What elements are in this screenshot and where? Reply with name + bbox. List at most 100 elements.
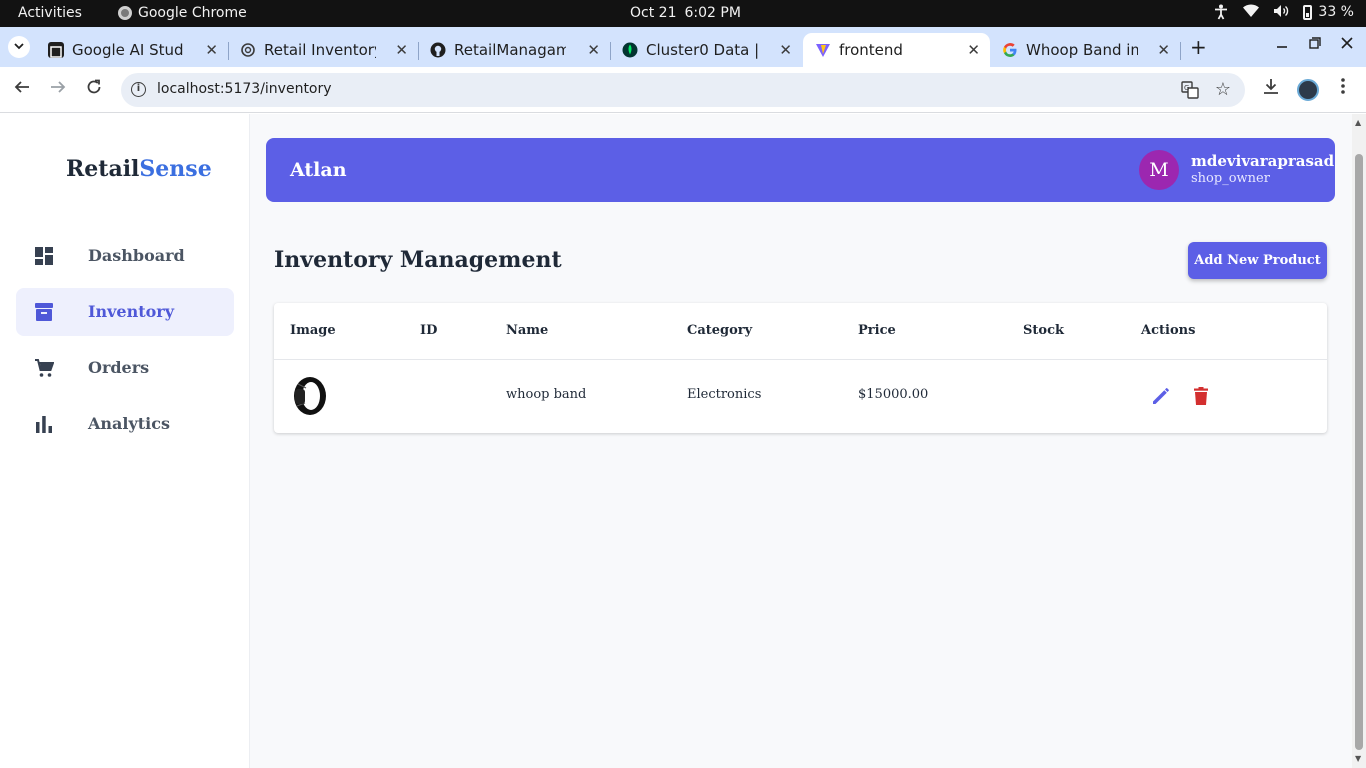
delete-button[interactable]	[1189, 385, 1213, 409]
tab-retail-inventory[interactable]: Retail Inventory M ✕	[228, 33, 419, 67]
close-icon[interactable]: ✕	[395, 41, 408, 59]
store-name: Atlan	[290, 159, 347, 181]
close-window-button[interactable]	[1341, 35, 1353, 53]
tab-strip: Google AI Studio ✕ Retail Inventory M ✕ …	[0, 27, 1366, 67]
minimize-button[interactable]	[1276, 35, 1288, 53]
brand-main: Retail	[66, 156, 140, 182]
sidebar-item-label: Dashboard	[88, 246, 185, 265]
tab-title: Google AI Studio	[72, 41, 184, 59]
tab-whoop-band-images[interactable]: Whoop Band ima ✕	[990, 33, 1181, 67]
inventory-icon	[35, 303, 53, 321]
cell-price: $15000.00	[858, 387, 929, 402]
system-tray[interactable]: 33 %	[1213, 4, 1354, 20]
sidebar-item-label: Inventory	[88, 302, 175, 321]
column-header-actions: Actions	[1141, 323, 1196, 338]
column-header-category: Category	[687, 323, 753, 338]
tab-retail-managamen[interactable]: RetailManagamen ✕	[418, 33, 611, 67]
back-button[interactable]	[14, 79, 30, 100]
restore-icon	[1309, 37, 1321, 49]
close-icon[interactable]: ✕	[779, 41, 792, 59]
github-icon	[430, 42, 446, 58]
tab-google-ai-studio[interactable]: Google AI Studio ✕	[36, 33, 229, 67]
tab-search-button[interactable]	[8, 36, 30, 58]
sidebar-item-dashboard[interactable]: Dashboard	[16, 232, 234, 280]
battery-icon	[1303, 4, 1313, 20]
maximize-button[interactable]	[1309, 35, 1321, 53]
close-icon	[1341, 37, 1353, 49]
downloads-button[interactable]	[1262, 77, 1280, 100]
page-title: Inventory Management	[274, 247, 562, 273]
app-name: Google Chrome	[138, 5, 247, 21]
close-icon[interactable]: ✕	[1157, 41, 1170, 59]
tab-title: RetailManagamen	[454, 41, 566, 59]
profile-avatar[interactable]	[1297, 79, 1319, 101]
add-product-button[interactable]: Add New Product	[1188, 242, 1327, 279]
url-text[interactable]: localhost:5173/inventory	[157, 81, 332, 97]
ai-studio-icon	[48, 42, 64, 58]
tab-separator	[1180, 42, 1181, 60]
browser-toolbar: i localhost:5173/inventory G ☆	[0, 67, 1366, 113]
page-scrollbar[interactable]: ▲ ▼	[1352, 114, 1366, 768]
accessibility-icon	[1213, 4, 1229, 20]
app-menu[interactable]: Google Chrome	[118, 5, 247, 21]
sidebar-item-inventory[interactable]: Inventory	[16, 288, 234, 336]
brand-accent: Sense	[139, 156, 212, 182]
clock-time: 6:02 PM	[684, 5, 741, 21]
tab-title: Cluster0 Data | Cl	[646, 41, 758, 59]
page-content: RetailSense Dashboard Inventory Orders A…	[0, 114, 1352, 768]
site-info-icon[interactable]: i	[131, 82, 146, 97]
cell-category: Electronics	[687, 387, 762, 402]
bar-chart-icon	[36, 416, 52, 433]
sidebar-item-orders[interactable]: Orders	[16, 344, 234, 392]
chrome-menu-button[interactable]	[1340, 77, 1346, 100]
tab-title: Retail Inventory M	[264, 41, 376, 59]
minimize-icon	[1277, 46, 1287, 48]
close-icon[interactable]: ✕	[967, 41, 980, 59]
app-header: Atlan M mdevivaraprasad shop_owner	[266, 138, 1335, 202]
openai-icon	[240, 42, 256, 58]
username: mdevivaraprasad	[1191, 152, 1335, 170]
table-divider	[274, 359, 1327, 360]
scrollbar-thumb[interactable]	[1355, 154, 1363, 750]
new-tab-button[interactable]: +	[1190, 35, 1207, 59]
activities-button[interactable]: Activities	[18, 5, 82, 21]
column-header-name: Name	[506, 323, 549, 338]
forward-button[interactable]	[50, 79, 66, 100]
tab-title: Whoop Band ima	[1026, 41, 1138, 59]
edit-button[interactable]	[1149, 385, 1173, 409]
sidebar-item-analytics[interactable]: Analytics	[16, 400, 234, 448]
arrow-right-icon	[51, 81, 66, 93]
close-icon[interactable]: ✕	[205, 41, 218, 59]
close-icon[interactable]: ✕	[587, 41, 600, 59]
vite-icon	[815, 42, 831, 58]
download-icon	[1264, 79, 1278, 94]
scroll-up-icon[interactable]: ▲	[1355, 118, 1361, 127]
tab-cluster0-data[interactable]: Cluster0 Data | Cl ✕	[610, 33, 802, 67]
cell-name: whoop band	[506, 387, 587, 402]
arrow-left-icon	[14, 81, 29, 93]
column-header-stock: Stock	[1023, 323, 1064, 338]
clock-date: Oct 21	[630, 5, 677, 21]
product-image	[294, 377, 326, 415]
bookmark-star-icon[interactable]: ☆	[1215, 79, 1231, 100]
avatar[interactable]: M	[1139, 150, 1179, 190]
main-area: Atlan M mdevivaraprasad shop_owner Inven…	[250, 114, 1352, 768]
sidebar: RetailSense Dashboard Inventory Orders A…	[0, 114, 250, 768]
brand-logo[interactable]: RetailSense	[66, 156, 212, 182]
mongodb-icon	[622, 42, 638, 58]
column-header-price: Price	[858, 323, 896, 338]
user-role: shop_owner	[1191, 171, 1270, 186]
battery-percent: 33 %	[1318, 4, 1354, 20]
clock[interactable]: Oct 21 6:02 PM	[630, 5, 741, 21]
address-bar[interactable]: i localhost:5173/inventory G ☆	[121, 73, 1245, 107]
reload-icon	[87, 79, 101, 94]
reload-button[interactable]	[86, 79, 102, 100]
scroll-down-icon[interactable]: ▼	[1355, 754, 1361, 763]
tab-frontend[interactable]: frontend ✕	[803, 33, 990, 67]
translate-icon[interactable]: G	[1181, 81, 1199, 103]
volume-icon	[1273, 4, 1289, 20]
google-icon	[1002, 42, 1018, 58]
column-header-id: ID	[420, 323, 438, 338]
inventory-table: Image ID Name Category Price Stock Actio…	[274, 303, 1327, 433]
wifi-icon	[1243, 4, 1260, 20]
